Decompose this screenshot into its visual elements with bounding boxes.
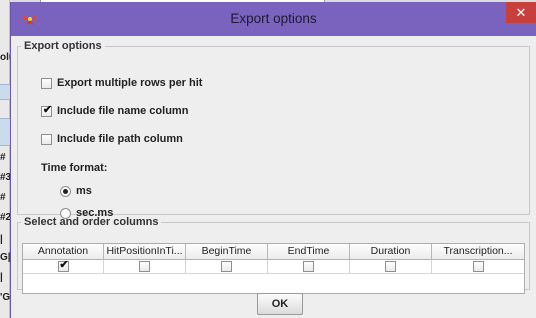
select-columns-legend: Select and order columns bbox=[24, 216, 159, 228]
column-checkbox-endtime[interactable] bbox=[303, 261, 314, 272]
export-multiple-rows-label: Export multiple rows per hit bbox=[57, 77, 203, 89]
column-checkbox-hitposition[interactable] bbox=[139, 261, 150, 272]
dialog-content: Export options Export multiple rows per … bbox=[11, 36, 536, 318]
background-text: 'G bbox=[0, 292, 10, 303]
time-format-ms-label: ms bbox=[76, 185, 92, 197]
background-text: #3 bbox=[0, 172, 10, 183]
include-file-name-checkbox[interactable]: ✔ Include file name column bbox=[41, 103, 189, 117]
columns-table: Annotation HitPositionInTi... BeginTime … bbox=[22, 243, 525, 294]
column-header-begintime[interactable]: BeginTime bbox=[186, 244, 268, 259]
table-cell bbox=[432, 260, 524, 273]
close-button[interactable]: ✕ bbox=[506, 2, 536, 23]
table-cell bbox=[104, 260, 186, 273]
background-text: olu bbox=[0, 52, 10, 63]
column-checkbox-duration[interactable] bbox=[385, 261, 396, 272]
radio-selected-dot bbox=[63, 188, 68, 194]
checkmark-icon: ✔ bbox=[59, 259, 69, 271]
export-options-dialog: Export options ✕ Export options Export m… bbox=[10, 2, 536, 318]
column-checkbox-transcription[interactable] bbox=[472, 261, 484, 272]
column-header-hitposition[interactable]: HitPositionInTi... bbox=[104, 244, 186, 259]
table-cell bbox=[268, 260, 350, 273]
export-options-legend: Export options bbox=[24, 40, 102, 52]
include-file-path-checkbox[interactable]: Include file path column bbox=[41, 133, 183, 145]
time-format-ms-radio[interactable]: ms bbox=[60, 185, 92, 197]
background-selected-row bbox=[0, 84, 10, 100]
table-row: ✔ bbox=[23, 259, 524, 274]
checkbox-box[interactable] bbox=[41, 133, 52, 145]
checkbox-box[interactable] bbox=[41, 77, 52, 89]
export-options-group: Export options Export multiple rows per … bbox=[17, 40, 530, 219]
ok-button[interactable]: OK bbox=[257, 293, 303, 315]
background-text: # bbox=[0, 152, 6, 163]
background-text: #2 bbox=[0, 212, 10, 223]
background-selected-row bbox=[0, 118, 10, 146]
export-multiple-rows-checkbox[interactable]: Export multiple rows per hit bbox=[41, 77, 202, 89]
column-header-annotation[interactable]: Annotation bbox=[23, 244, 104, 259]
table-header: Annotation HitPositionInTi... BeginTime … bbox=[23, 244, 524, 260]
select-columns-group: Select and order columns Annotation HitP… bbox=[17, 216, 530, 294]
background-text: | bbox=[0, 272, 3, 283]
checkbox-box[interactable]: ✔ bbox=[41, 103, 53, 117]
background-text: # bbox=[0, 192, 6, 203]
column-checkbox-annotation[interactable]: ✔ bbox=[57, 259, 69, 272]
radio-button[interactable] bbox=[60, 185, 71, 197]
checkmark-icon: ✔ bbox=[42, 103, 53, 116]
column-header-endtime[interactable]: EndTime bbox=[268, 244, 350, 259]
table-cell bbox=[350, 260, 432, 273]
time-format-label: Time format: bbox=[41, 162, 108, 174]
dialog-titlebar[interactable]: Export options ✕ bbox=[11, 2, 536, 36]
include-file-name-label: Include file name column bbox=[57, 105, 189, 117]
close-icon: ✕ bbox=[515, 5, 527, 20]
column-checkbox-begintime[interactable] bbox=[221, 261, 232, 272]
background-left-panel: olu # #3 # #2 | G| | 'G bbox=[0, 0, 10, 318]
dialog-title: Export options bbox=[230, 11, 317, 26]
table-cell: ✔ bbox=[23, 259, 104, 273]
column-header-transcription[interactable]: Transcription... bbox=[432, 244, 524, 259]
include-file-path-label: Include file path column bbox=[57, 133, 183, 145]
background-text: G| bbox=[0, 252, 10, 263]
table-cell bbox=[186, 260, 268, 273]
background-text: | bbox=[0, 234, 3, 245]
column-header-duration[interactable]: Duration bbox=[350, 244, 432, 259]
